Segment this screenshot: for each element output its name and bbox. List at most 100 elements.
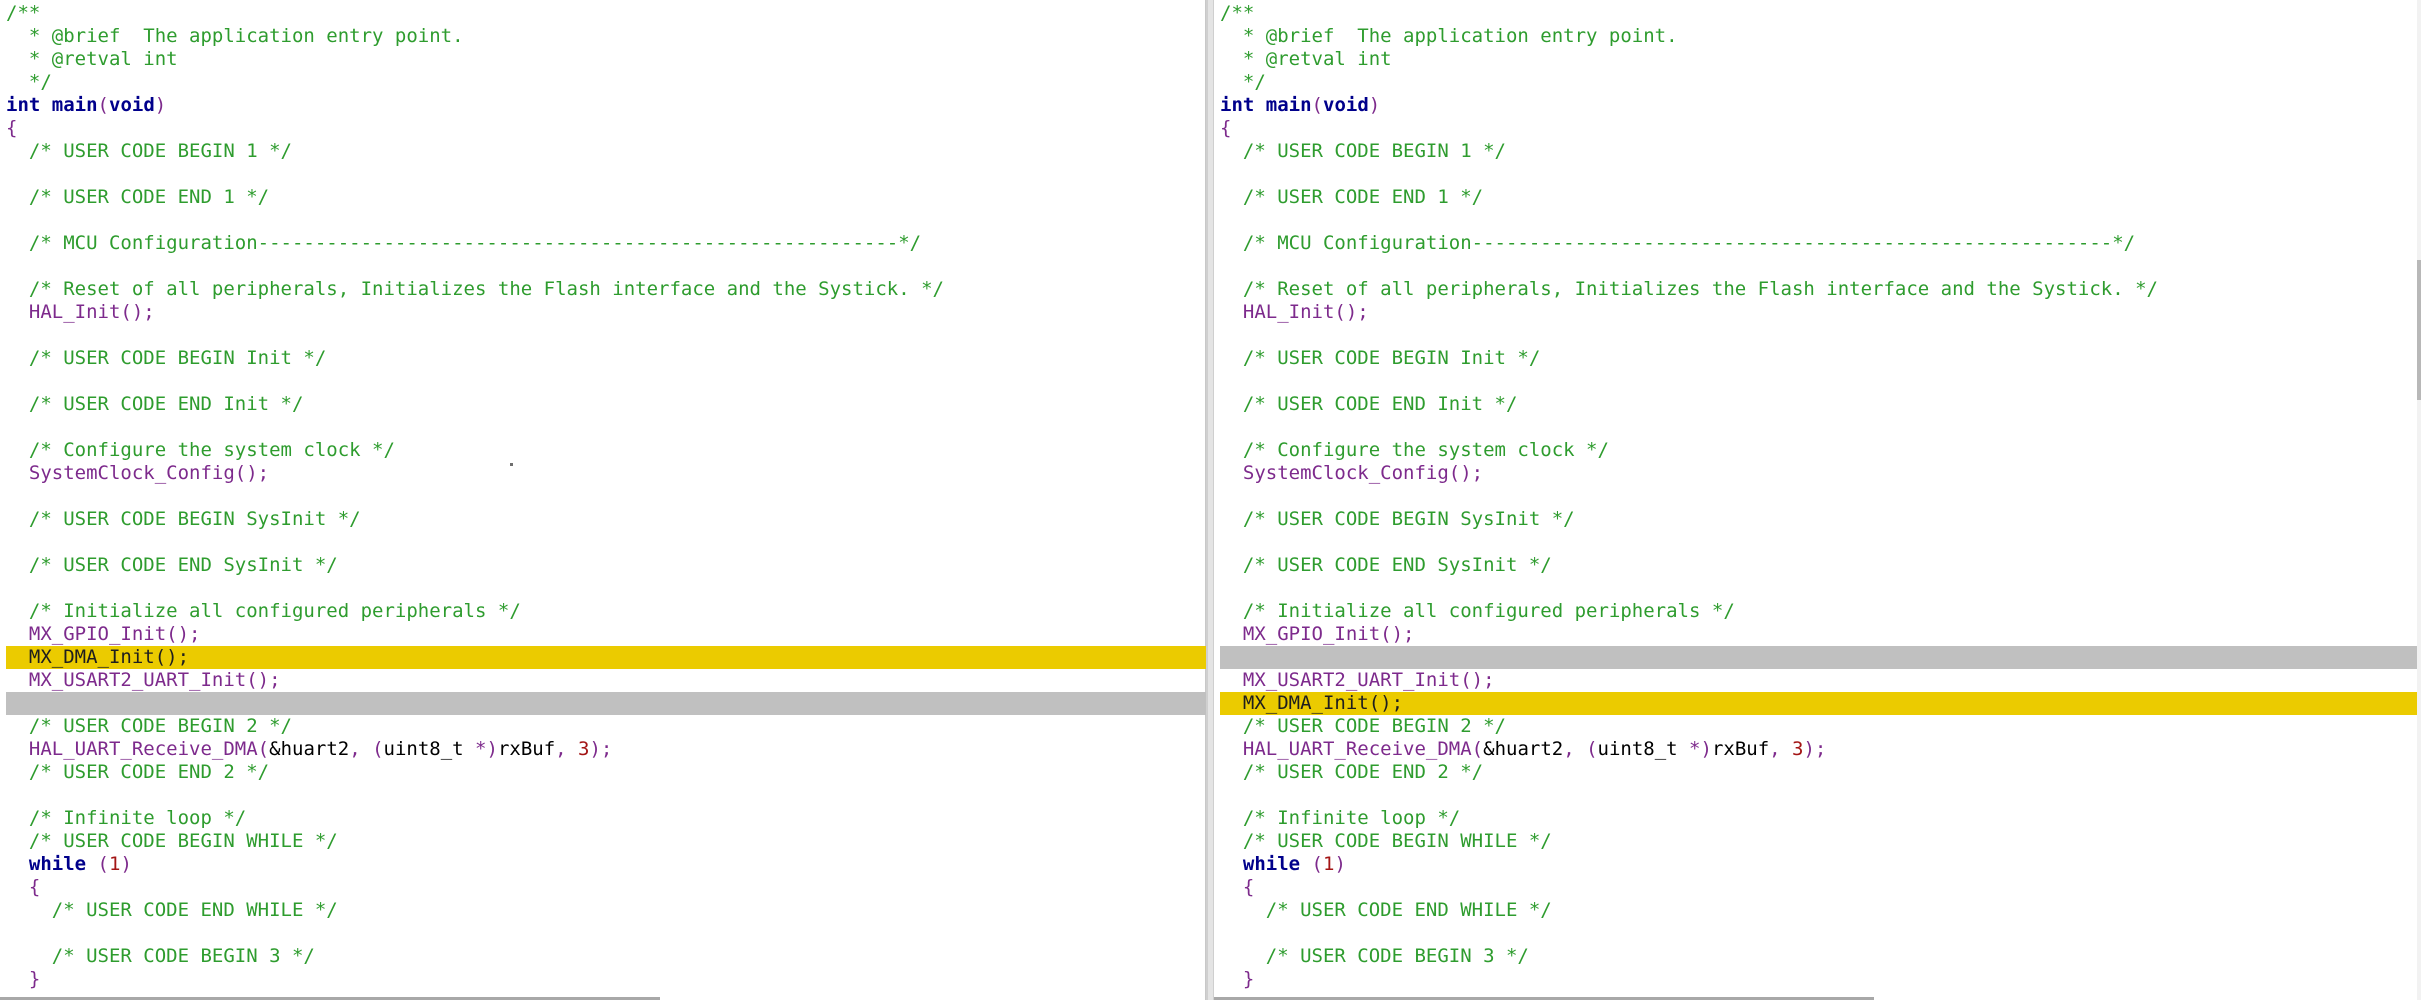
- code-line[interactable]: [1214, 370, 2421, 393]
- code-line[interactable]: [0, 531, 1206, 554]
- vertical-scrollbar-track[interactable]: [2417, 0, 2421, 1000]
- code-line[interactable]: /* USER CODE END 1 */: [0, 186, 1206, 209]
- code-line[interactable]: [0, 577, 1206, 600]
- code-line[interactable]: * @brief The application entry point.: [1214, 25, 2421, 48]
- left-code-pane[interactable]: /** * @brief The application entry point…: [0, 0, 1207, 1000]
- code-line[interactable]: /* USER CODE END 2 */: [0, 761, 1206, 784]
- code-line[interactable]: }: [1214, 968, 2421, 991]
- code-line[interactable]: while (1): [1214, 853, 2421, 876]
- code-line[interactable]: /* MCU Configuration--------------------…: [0, 232, 1206, 255]
- changed-code-line[interactable]: MX_DMA_Init();: [1220, 692, 2421, 715]
- diff-gap-line[interactable]: [1220, 646, 2421, 669]
- code-line[interactable]: */: [1214, 71, 2421, 94]
- code-line[interactable]: /* USER CODE BEGIN 1 */: [0, 140, 1206, 163]
- code-line[interactable]: while (1): [0, 853, 1206, 876]
- code-line[interactable]: * @retval int: [1214, 48, 2421, 71]
- code-line[interactable]: SystemClock_Config();: [0, 462, 1206, 485]
- code-line[interactable]: {: [1214, 117, 2421, 140]
- code-line[interactable]: * @retval int: [0, 48, 1206, 71]
- code-line[interactable]: /* Infinite loop */: [1214, 807, 2421, 830]
- code-line[interactable]: [0, 255, 1206, 278]
- code-line[interactable]: MX_GPIO_Init();: [1214, 623, 2421, 646]
- code-line[interactable]: [1214, 416, 2421, 439]
- code-line[interactable]: /* Infinite loop */: [0, 807, 1206, 830]
- code-line[interactable]: [1214, 485, 2421, 508]
- code-line[interactable]: {: [0, 876, 1206, 899]
- code-line[interactable]: int main(void): [0, 94, 1206, 117]
- changed-code-line[interactable]: MX_DMA_Init();: [6, 646, 1206, 669]
- code-line[interactable]: /* USER CODE BEGIN Init */: [0, 347, 1206, 370]
- code-line[interactable]: /* USER CODE END Init */: [1214, 393, 2421, 416]
- code-line[interactable]: int main(void): [1214, 94, 2421, 117]
- code-line[interactable]: /* USER CODE BEGIN SysInit */: [0, 508, 1206, 531]
- code-line[interactable]: }: [0, 968, 1206, 991]
- code-line[interactable]: [0, 485, 1206, 508]
- code-line[interactable]: [1214, 922, 2421, 945]
- code-line[interactable]: /* Configure the system clock */: [0, 439, 1206, 462]
- code-line[interactable]: MX_USART2_UART_Init();: [1214, 669, 2421, 692]
- code-line[interactable]: /* USER CODE END Init */: [0, 393, 1206, 416]
- code-line[interactable]: /* USER CODE END WHILE */: [1214, 899, 2421, 922]
- code-line[interactable]: HAL_Init();: [0, 301, 1206, 324]
- code-line[interactable]: [1214, 163, 2421, 186]
- code-line[interactable]: /* Reset of all peripherals, Initializes…: [0, 278, 1206, 301]
- code-line[interactable]: [0, 416, 1206, 439]
- code-line[interactable]: HAL_UART_Receive_DMA(&huart2, (uint8_t *…: [0, 738, 1206, 761]
- diff-gap-line[interactable]: [6, 692, 1206, 715]
- code-line[interactable]: HAL_Init();: [1214, 301, 2421, 324]
- code-line[interactable]: /* USER CODE END 2 */: [1214, 761, 2421, 784]
- code-line[interactable]: [1214, 531, 2421, 554]
- pane-splitter[interactable]: [1207, 0, 1214, 1000]
- code-line[interactable]: /* USER CODE BEGIN 1 */: [1214, 140, 2421, 163]
- code-line[interactable]: [0, 209, 1206, 232]
- code-line[interactable]: [1214, 209, 2421, 232]
- code-token-func: HAL_UART_Receive_DMA: [28, 738, 258, 760]
- code-line[interactable]: /* USER CODE BEGIN WHILE */: [0, 830, 1206, 853]
- code-line[interactable]: /* USER CODE END 1 */: [1214, 186, 2421, 209]
- code-line[interactable]: /* USER CODE BEGIN 2 */: [0, 715, 1206, 738]
- code-line[interactable]: [1214, 255, 2421, 278]
- code-line[interactable]: SystemClock_Config();: [1214, 462, 2421, 485]
- code-line[interactable]: /* Configure the system clock */: [1214, 439, 2421, 462]
- code-line[interactable]: [0, 324, 1206, 347]
- code-token-keyword: main: [51, 94, 98, 116]
- code-token-comment: /**: [1220, 2, 1255, 24]
- code-line[interactable]: * @brief The application entry point.: [0, 25, 1206, 48]
- code-token-comment: /* USER CODE END WHILE */: [6, 899, 338, 921]
- code-line[interactable]: /**: [1214, 2, 2421, 25]
- vertical-scrollbar-thumb[interactable]: [2417, 260, 2421, 400]
- code-token-punct: , (: [349, 738, 384, 760]
- code-line[interactable]: {: [1214, 876, 2421, 899]
- code-line[interactable]: /* USER CODE BEGIN SysInit */: [1214, 508, 2421, 531]
- code-line[interactable]: [0, 370, 1206, 393]
- diff-view: /** * @brief The application entry point…: [0, 0, 2421, 1000]
- code-line[interactable]: /* USER CODE BEGIN WHILE */: [1214, 830, 2421, 853]
- code-line[interactable]: [0, 163, 1206, 186]
- code-line[interactable]: /* MCU Configuration--------------------…: [1214, 232, 2421, 255]
- code-token-keyword: main: [1265, 94, 1312, 116]
- code-line[interactable]: /* USER CODE BEGIN 2 */: [1214, 715, 2421, 738]
- code-line[interactable]: /* Initialize all configured peripherals…: [1214, 600, 2421, 623]
- code-line[interactable]: /* USER CODE BEGIN 3 */: [1214, 945, 2421, 968]
- code-line[interactable]: /* Reset of all peripherals, Initializes…: [1214, 278, 2421, 301]
- code-line[interactable]: MX_USART2_UART_Init();: [0, 669, 1206, 692]
- code-token-number: 1: [109, 853, 121, 875]
- code-line[interactable]: /* USER CODE BEGIN 3 */: [0, 945, 1206, 968]
- code-line[interactable]: HAL_UART_Receive_DMA(&huart2, (uint8_t *…: [1214, 738, 2421, 761]
- code-line[interactable]: [0, 784, 1206, 807]
- code-line[interactable]: [1214, 784, 2421, 807]
- code-line[interactable]: /**: [0, 2, 1206, 25]
- code-line[interactable]: [0, 922, 1206, 945]
- right-code-pane[interactable]: /** * @brief The application entry point…: [1214, 0, 2421, 1000]
- code-line[interactable]: /* Initialize all configured peripherals…: [0, 600, 1206, 623]
- code-line[interactable]: {: [0, 117, 1206, 140]
- code-line[interactable]: [1214, 324, 2421, 347]
- code-line[interactable]: MX_GPIO_Init();: [0, 623, 1206, 646]
- code-line[interactable]: /* USER CODE END SysInit */: [0, 554, 1206, 577]
- code-line[interactable]: [1214, 577, 2421, 600]
- code-line[interactable]: /* USER CODE BEGIN Init */: [1214, 347, 2421, 370]
- code-line[interactable]: /* USER CODE END SysInit */: [1214, 554, 2421, 577]
- code-line[interactable]: /* USER CODE END WHILE */: [0, 899, 1206, 922]
- code-line[interactable]: */: [0, 71, 1206, 94]
